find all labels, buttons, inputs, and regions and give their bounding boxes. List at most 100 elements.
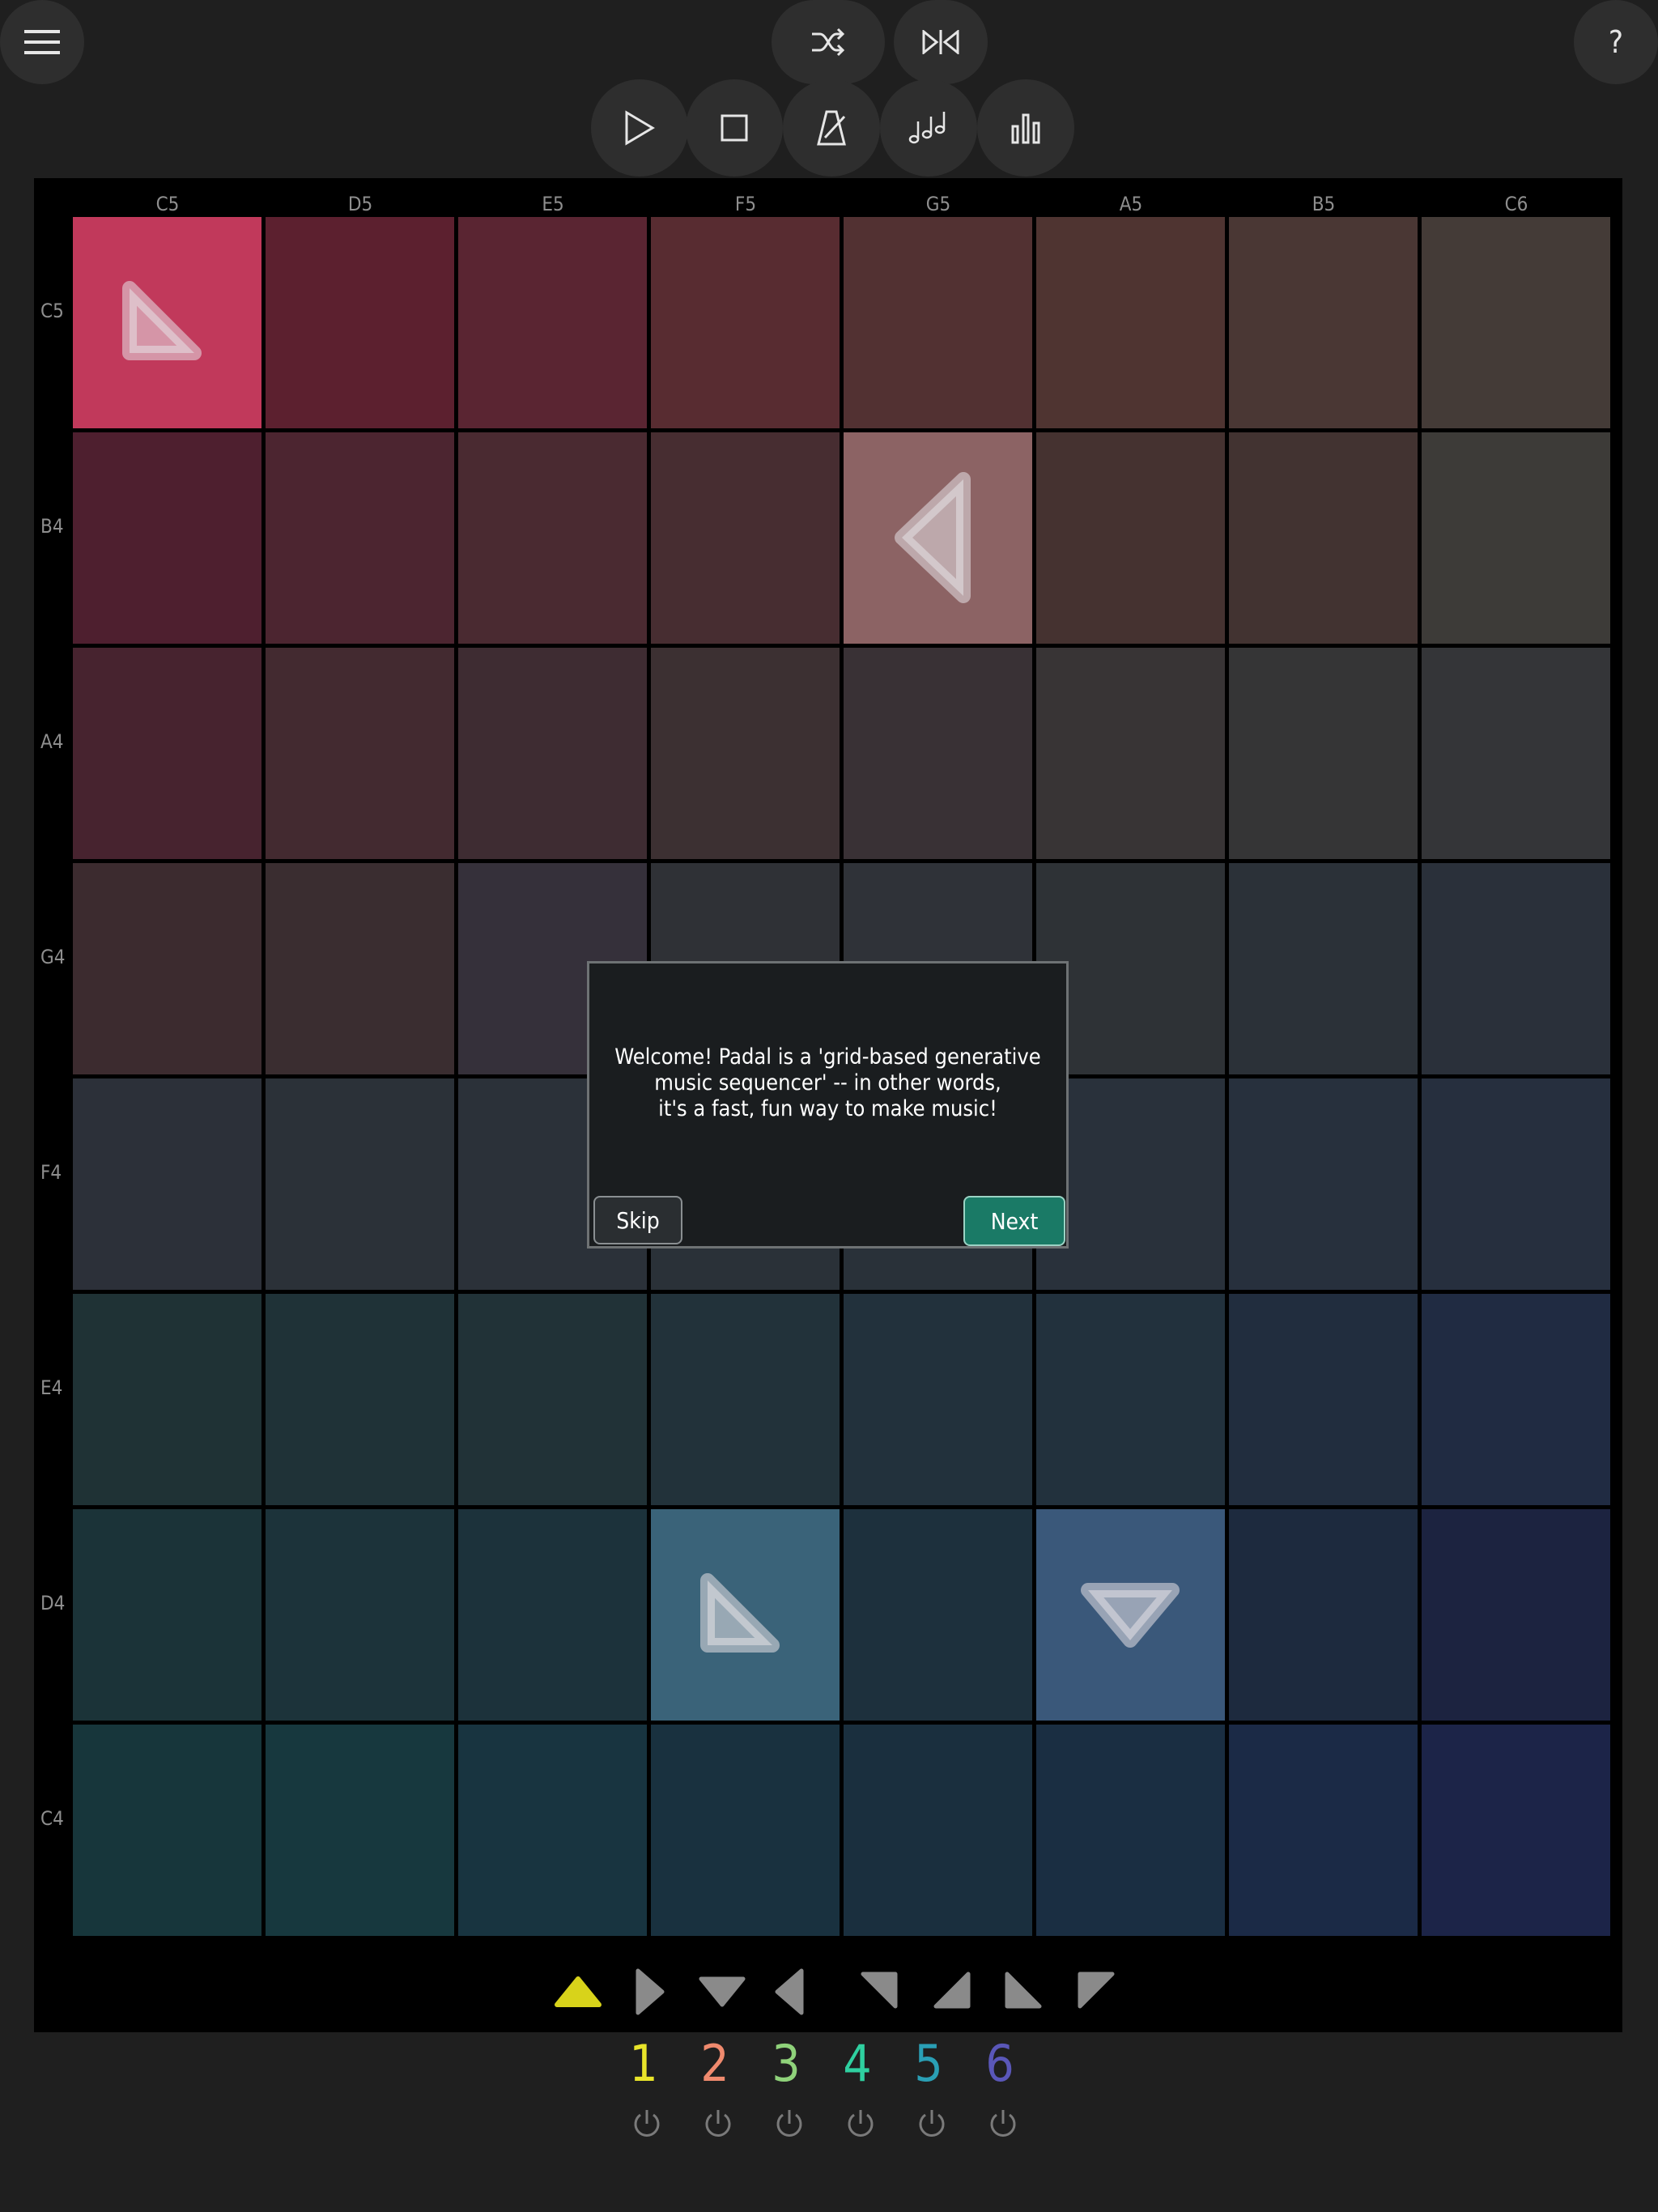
mirror-button[interactable] bbox=[894, 0, 988, 84]
arrow-left-icon bbox=[895, 472, 971, 603]
grid-cell[interactable] bbox=[266, 648, 454, 859]
shuffle-icon bbox=[812, 28, 845, 57]
grid-cell[interactable] bbox=[1229, 1294, 1418, 1505]
grid-cell[interactable] bbox=[73, 217, 261, 428]
channel-2-button[interactable]: 2 bbox=[691, 2034, 739, 2093]
grid-cell[interactable] bbox=[1229, 1725, 1418, 1936]
grid-cell[interactable] bbox=[844, 1725, 1032, 1936]
next-button[interactable]: Next bbox=[963, 1196, 1065, 1246]
shuffle-button[interactable] bbox=[772, 0, 885, 84]
grid-cell[interactable] bbox=[73, 863, 261, 1074]
grid-cell[interactable] bbox=[844, 648, 1032, 859]
grid-cell[interactable] bbox=[1422, 1725, 1610, 1936]
grid-cell[interactable] bbox=[1229, 1509, 1418, 1721]
grid-cell[interactable] bbox=[73, 432, 261, 644]
channel-3-button[interactable]: 3 bbox=[762, 2034, 810, 2093]
grid-cell[interactable] bbox=[1036, 432, 1225, 644]
grid-cell[interactable] bbox=[266, 1078, 454, 1290]
arrow-down-left-icon[interactable] bbox=[1075, 1969, 1117, 2011]
grid-cell[interactable] bbox=[1036, 217, 1225, 428]
grid-cell[interactable] bbox=[266, 432, 454, 644]
arrow-up-left-icon[interactable] bbox=[858, 1969, 900, 2011]
grid-cell[interactable] bbox=[458, 432, 647, 644]
levels-button[interactable] bbox=[977, 79, 1074, 177]
grid-cell[interactable] bbox=[1036, 1509, 1225, 1721]
notes-icon bbox=[908, 112, 946, 144]
grid-cell[interactable] bbox=[651, 648, 840, 859]
grid-cell[interactable] bbox=[651, 1509, 840, 1721]
grid-cell[interactable] bbox=[73, 648, 261, 859]
grid-cell[interactable] bbox=[73, 1725, 261, 1936]
power-icon[interactable] bbox=[987, 2108, 1019, 2140]
grid-cell[interactable] bbox=[1422, 1078, 1610, 1290]
grid-cell[interactable] bbox=[1229, 863, 1418, 1074]
column-label: F5 bbox=[734, 193, 757, 215]
help-button[interactable]: ? bbox=[1574, 0, 1658, 84]
grid-cell[interactable] bbox=[458, 1725, 647, 1936]
power-icon[interactable] bbox=[631, 2108, 663, 2140]
grid-cell[interactable] bbox=[1229, 648, 1418, 859]
grid-cell[interactable] bbox=[73, 1078, 261, 1290]
grid-cell[interactable] bbox=[844, 432, 1032, 644]
power-icon[interactable] bbox=[844, 2108, 877, 2140]
channel-4-button[interactable]: 4 bbox=[833, 2034, 882, 2093]
channel-1-button[interactable]: 1 bbox=[619, 2034, 668, 2093]
arrow-up-icon[interactable] bbox=[552, 1974, 604, 2010]
grid-cell[interactable] bbox=[73, 1509, 261, 1721]
play-button[interactable] bbox=[591, 79, 688, 177]
row-label: G4 bbox=[40, 946, 66, 968]
grid-cell[interactable] bbox=[1036, 648, 1225, 859]
grid-cell[interactable] bbox=[1422, 1294, 1610, 1505]
grid-cell[interactable] bbox=[1229, 1078, 1418, 1290]
levels-icon bbox=[1011, 113, 1040, 144]
grid-cell[interactable] bbox=[73, 1294, 261, 1505]
grid-cell[interactable] bbox=[266, 1294, 454, 1505]
stop-button[interactable] bbox=[686, 79, 783, 177]
power-icon[interactable] bbox=[916, 2108, 948, 2140]
welcome-dialog: Welcome! Padal is a 'grid-based generati… bbox=[587, 961, 1069, 1249]
grid-cell[interactable] bbox=[651, 432, 840, 644]
grid-cell[interactable] bbox=[266, 1725, 454, 1936]
grid-cell[interactable] bbox=[458, 648, 647, 859]
welcome-message: Welcome! Padal is a 'grid-based generati… bbox=[614, 1044, 1041, 1121]
metronome-button[interactable] bbox=[783, 79, 880, 177]
arrow-down-right-icon bbox=[122, 281, 202, 360]
power-icon[interactable] bbox=[702, 2108, 734, 2140]
arrow-down-icon[interactable] bbox=[696, 1974, 748, 2010]
grid-cell[interactable] bbox=[266, 217, 454, 428]
grid-cell[interactable] bbox=[266, 863, 454, 1074]
grid-cell[interactable] bbox=[651, 217, 840, 428]
grid-cell[interactable] bbox=[458, 217, 647, 428]
row-label: C5 bbox=[40, 300, 64, 322]
menu-button[interactable] bbox=[0, 0, 84, 84]
grid-cell[interactable] bbox=[1422, 217, 1610, 428]
grid-cell[interactable] bbox=[651, 1294, 840, 1505]
grid-cell[interactable] bbox=[844, 217, 1032, 428]
arrow-up-right-icon[interactable] bbox=[931, 1969, 973, 2011]
grid-cell[interactable] bbox=[458, 1509, 647, 1721]
power-icon[interactable] bbox=[773, 2108, 806, 2140]
column-label: C6 bbox=[1504, 193, 1528, 215]
channel-5-button[interactable]: 5 bbox=[904, 2034, 953, 2093]
arrow-left-icon[interactable] bbox=[772, 1967, 808, 2016]
grid-cell[interactable] bbox=[1229, 217, 1418, 428]
channel-6-button[interactable]: 6 bbox=[976, 2034, 1024, 2093]
grid-cell[interactable] bbox=[1036, 1294, 1225, 1505]
grid-cell[interactable] bbox=[1422, 863, 1610, 1074]
grid-cell[interactable] bbox=[1036, 1725, 1225, 1936]
row-label: D4 bbox=[40, 1592, 66, 1614]
grid-cell[interactable] bbox=[844, 1294, 1032, 1505]
arrow-right-icon[interactable] bbox=[631, 1967, 667, 2016]
grid-cell[interactable] bbox=[458, 1294, 647, 1505]
play-icon bbox=[625, 110, 655, 146]
grid-cell[interactable] bbox=[1422, 1509, 1610, 1721]
skip-button[interactable]: Skip bbox=[593, 1196, 682, 1244]
grid-cell[interactable] bbox=[1422, 648, 1610, 859]
grid-cell[interactable] bbox=[844, 1509, 1032, 1721]
arrow-down-right-icon[interactable] bbox=[1002, 1969, 1044, 2011]
grid-cell[interactable] bbox=[1422, 432, 1610, 644]
grid-cell[interactable] bbox=[266, 1509, 454, 1721]
notes-button[interactable] bbox=[880, 79, 977, 177]
grid-cell[interactable] bbox=[651, 1725, 840, 1936]
grid-cell[interactable] bbox=[1229, 432, 1418, 644]
